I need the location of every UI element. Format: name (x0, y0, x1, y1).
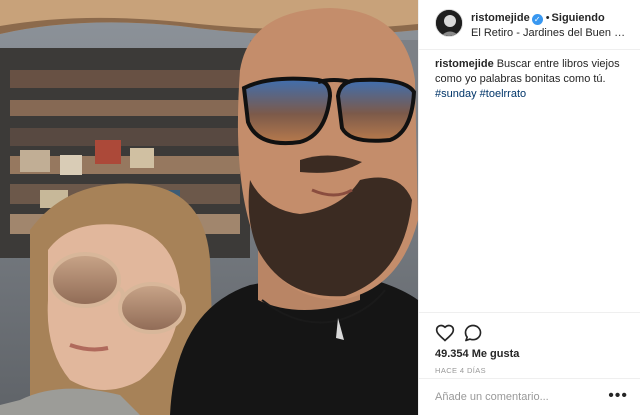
comment-bubble-icon[interactable] (463, 323, 483, 343)
avatar-image (436, 10, 462, 36)
comment-input[interactable] (435, 387, 595, 407)
following-button[interactable]: Siguiendo (552, 12, 605, 24)
caption-username[interactable]: ristomejide (435, 58, 494, 70)
header-line: ristomejide ✓ • Siguiendo (471, 12, 605, 25)
post-side-panel: ristomejide ✓ • Siguiendo El Retiro - Jardi… (418, 0, 640, 415)
more-options-icon[interactable]: ••• (608, 386, 628, 406)
post-header: ristomejide ✓ • Siguiendo El Retiro - Jardi… (419, 0, 640, 50)
post-photo[interactable] (0, 0, 418, 415)
avatar[interactable] (435, 9, 463, 37)
caption: ristomejide Buscar entre libros viejos co… (435, 57, 635, 102)
comment-form: ••• (419, 378, 640, 415)
post-timestamp[interactable]: HACE 4 DÍAS (435, 366, 486, 375)
location-link[interactable]: El Retiro - Jardines del Buen Retiro de … (471, 27, 633, 39)
username-link[interactable]: ristomejide (471, 12, 530, 24)
likes-count[interactable]: 49.354 Me gusta (435, 348, 519, 360)
heart-icon[interactable] (435, 323, 455, 343)
selfie-image (0, 0, 418, 415)
hashtag-link[interactable]: #toelrrato (480, 88, 526, 100)
hashtag-link[interactable]: #sunday (435, 88, 477, 100)
verified-badge-icon: ✓ (531, 14, 543, 25)
separator-dot: • (545, 12, 550, 24)
